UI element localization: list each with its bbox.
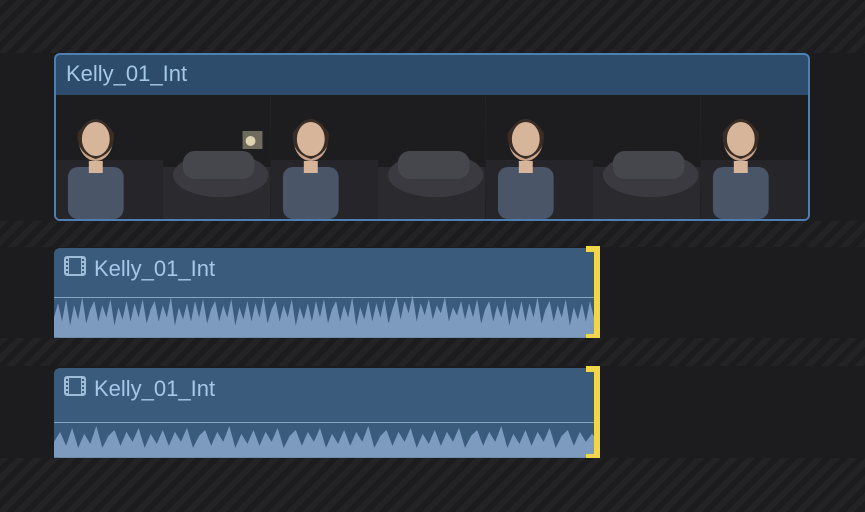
thumbnail: [378, 95, 485, 219]
thumbnail: [163, 95, 270, 219]
thumbnail: [486, 95, 593, 219]
track-gap: [0, 338, 865, 366]
timeline[interactable]: Kelly_01_Int: [0, 0, 865, 512]
audio-clip[interactable]: Kelly_01_Int: [54, 248, 598, 338]
audio-clip-title: Kelly_01_Int: [94, 376, 215, 402]
thumbnail: [701, 95, 808, 219]
film-icon: [64, 376, 86, 402]
audio-clip-title: Kelly_01_Int: [94, 256, 215, 282]
track-gap: [0, 221, 865, 247]
audio-clip[interactable]: Kelly_01_Int: [54, 368, 598, 458]
connected-track-upper: [0, 0, 865, 53]
thumbnail: [271, 95, 378, 219]
audio-waveform: [54, 420, 598, 458]
video-clip-thumbnails: [56, 95, 808, 219]
video-clip[interactable]: Kelly_01_Int: [54, 53, 810, 221]
thumbnail: [56, 95, 163, 219]
audio-waveform: [54, 291, 598, 338]
video-clip-title: Kelly_01_Int: [56, 55, 808, 95]
thumbnail: [593, 95, 700, 219]
film-icon: [64, 256, 86, 282]
connected-track-lower: [0, 458, 865, 512]
